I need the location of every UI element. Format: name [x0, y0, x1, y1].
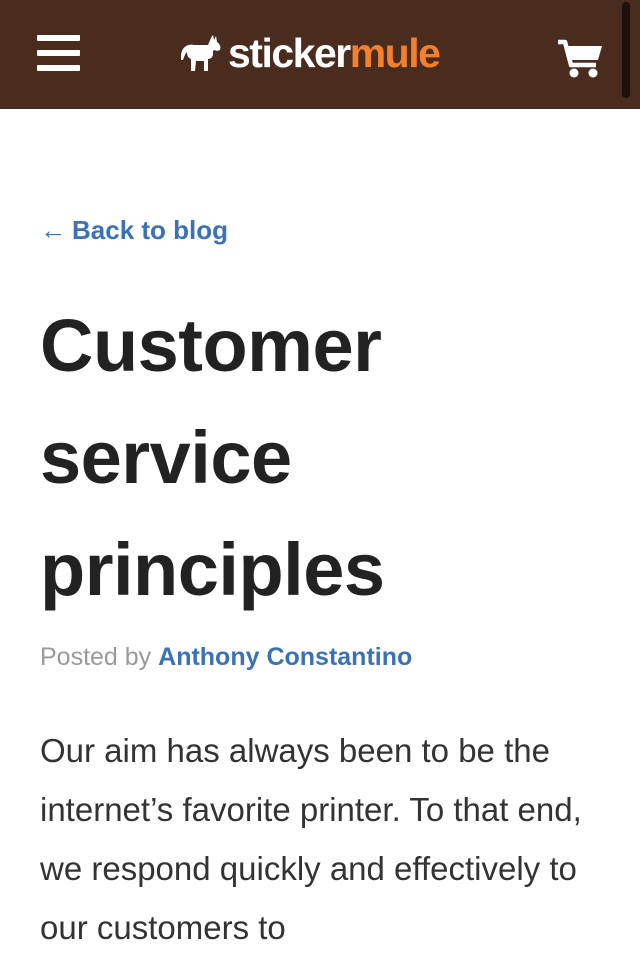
logo-text-sticker: sticker	[228, 30, 351, 76]
article-title: Customer service principles	[40, 304, 385, 611]
mule-icon	[181, 35, 221, 71]
scrollbar[interactable]	[622, 2, 630, 98]
logo-text-mule: mule	[349, 30, 441, 76]
menu-line	[37, 65, 80, 71]
back-to-blog-label: Back to blog	[72, 215, 229, 245]
byline-prefix: Posted by	[40, 643, 152, 671]
menu-line	[37, 35, 80, 41]
menu-line	[37, 50, 80, 56]
article-body: Our aim has always been to be the intern…	[40, 732, 582, 946]
shopping-cart-icon[interactable]	[556, 36, 604, 80]
hamburger-menu-icon[interactable]	[37, 33, 81, 73]
back-to-blog-link[interactable]: ← Back to blog	[40, 210, 228, 250]
stickermule-logo[interactable]: sticker mule	[180, 28, 441, 78]
top-nav-bar: sticker mule	[0, 0, 640, 109]
article-byline: Posted by Anthony Constantino	[40, 638, 412, 676]
author-link[interactable]: Anthony Constantino	[158, 643, 412, 671]
left-arrow-icon: ←	[40, 215, 66, 245]
